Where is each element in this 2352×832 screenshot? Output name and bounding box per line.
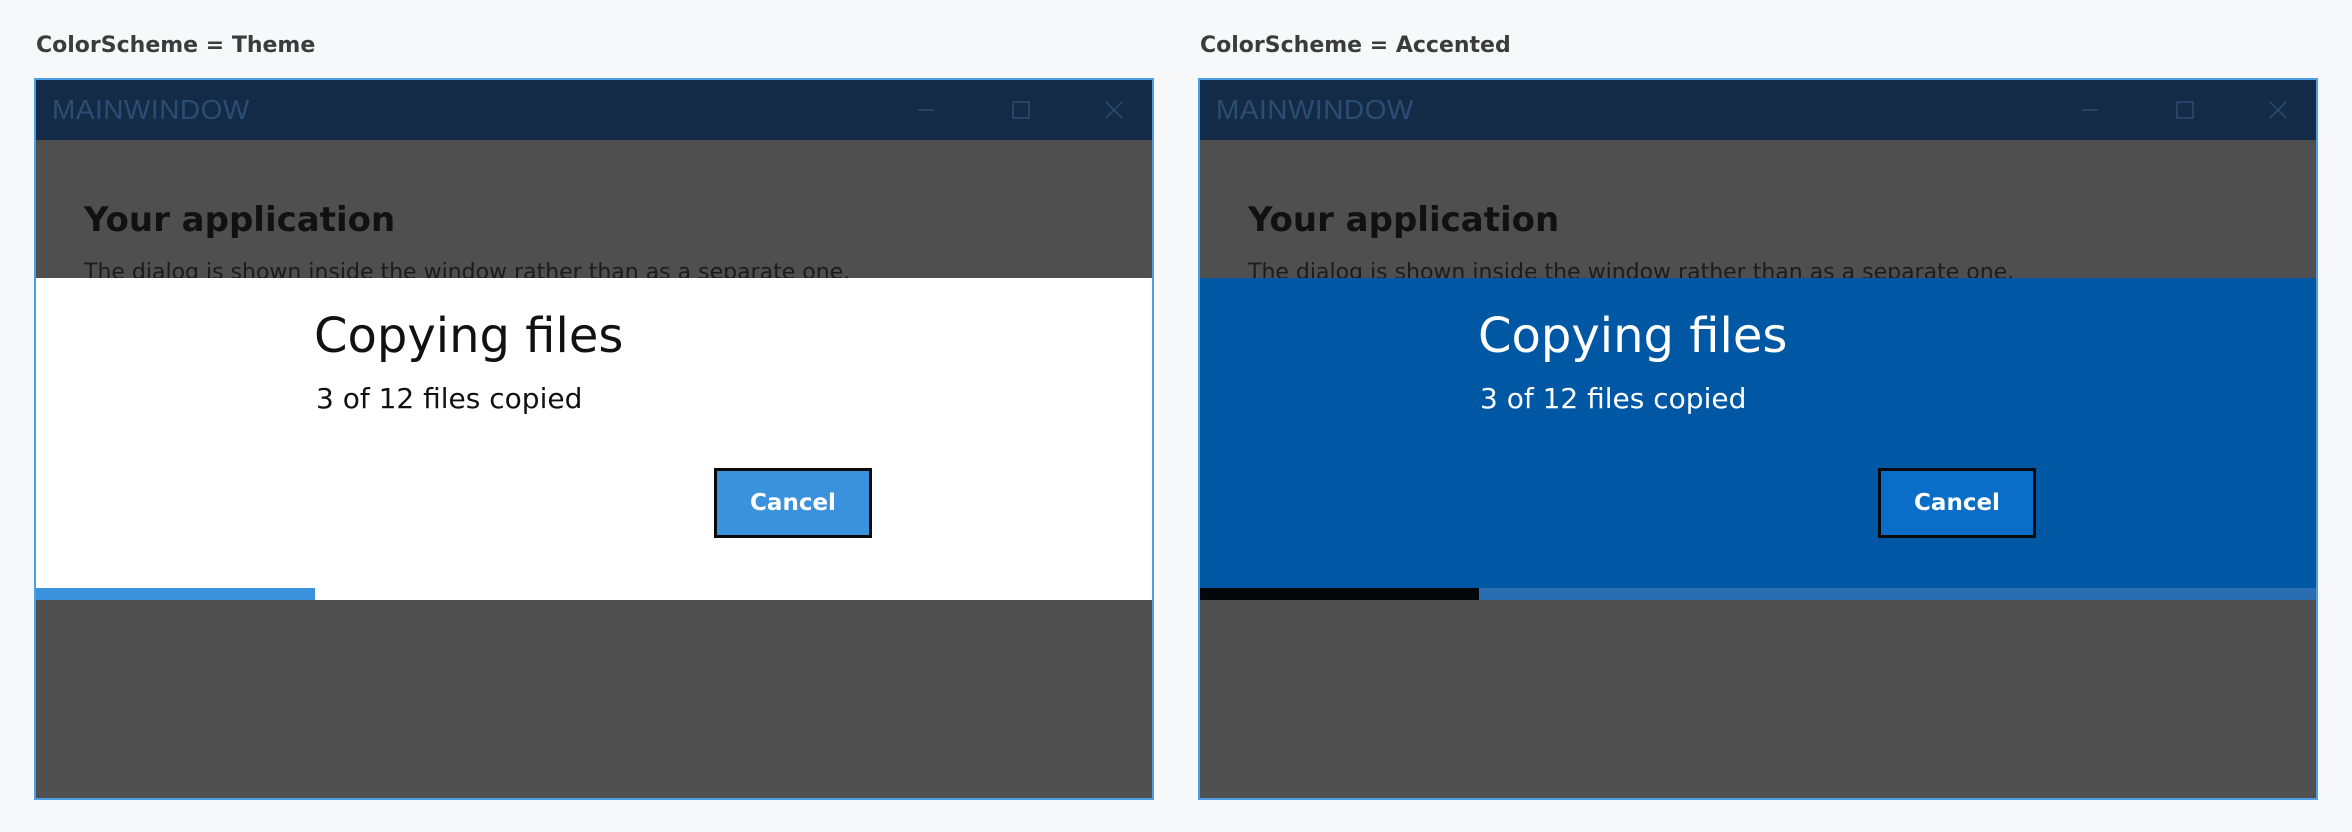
app-title: Your application: [1248, 200, 1560, 240]
main-window: MAINWINDOW Your application The dialog i…: [34, 78, 1154, 800]
close-icon: [1105, 101, 1123, 119]
progress-dialog: Copying files 3 of 12 files copied Cance…: [1200, 278, 2316, 600]
progress-bar: [36, 588, 1152, 600]
maximize-button[interactable]: [1000, 92, 1040, 128]
title-bar[interactable]: MAINWINDOW: [36, 80, 1152, 140]
window-content: Your application The dialog is shown ins…: [1200, 140, 2316, 796]
cancel-button[interactable]: Cancel: [1878, 468, 2036, 538]
caption: ColorScheme = Theme: [36, 33, 316, 58]
maximize-icon: [2176, 101, 2194, 119]
progress-bar: [1200, 588, 2316, 600]
minimize-button[interactable]: [2070, 92, 2110, 128]
dialog-message: 3 of 12 files copied: [1480, 382, 1747, 415]
close-button[interactable]: [2258, 92, 2298, 128]
window-content: Your application The dialog is shown ins…: [36, 140, 1152, 796]
main-window: MAINWINDOW Your application The dialog i…: [1198, 78, 2318, 800]
dialog-title: Copying files: [1478, 308, 1788, 364]
app-title: Your application: [84, 200, 396, 240]
maximize-button[interactable]: [2164, 92, 2204, 128]
minimize-icon: [918, 109, 934, 111]
dialog-message: 3 of 12 files copied: [316, 382, 583, 415]
title-bar[interactable]: MAINWINDOW: [1200, 80, 2316, 140]
minimize-button[interactable]: [906, 92, 946, 128]
maximize-icon: [1012, 101, 1030, 119]
window-title: MAINWINDOW: [1216, 94, 1414, 125]
caption: ColorScheme = Accented: [1200, 33, 1511, 58]
dialog-title: Copying files: [314, 308, 624, 364]
panel-accented: ColorScheme = Accented MAINWINDOW Your a…: [1198, 0, 2320, 832]
progress-dialog: Copying files 3 of 12 files copied Cance…: [36, 278, 1152, 600]
panel-theme: ColorScheme = Theme MAINWINDOW Your appl…: [34, 0, 1156, 832]
progress-fill: [1200, 588, 1479, 600]
minimize-icon: [2082, 109, 2098, 111]
close-button[interactable]: [1094, 92, 1134, 128]
cancel-button[interactable]: Cancel: [714, 468, 872, 538]
window-title: MAINWINDOW: [52, 94, 250, 125]
progress-fill: [36, 588, 315, 600]
close-icon: [2269, 101, 2287, 119]
